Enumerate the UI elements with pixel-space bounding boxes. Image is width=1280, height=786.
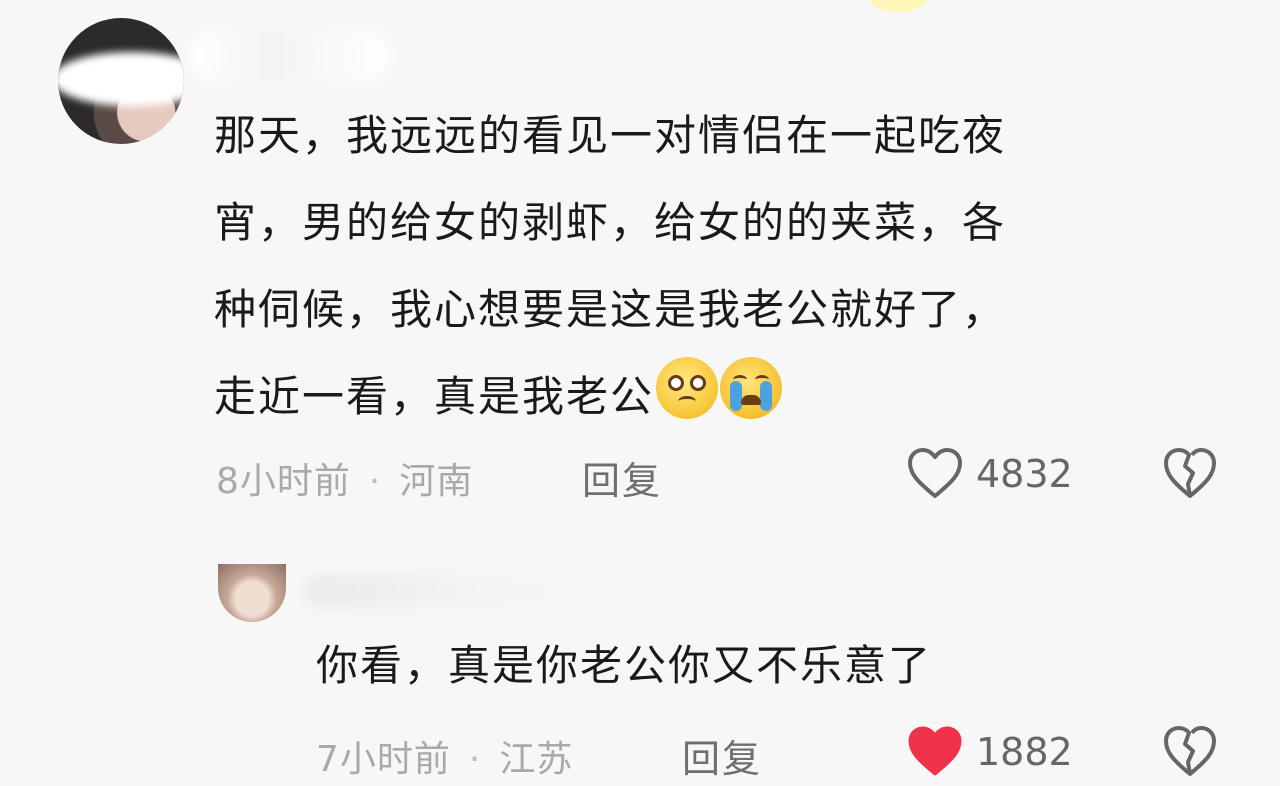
avatar-redaction — [58, 52, 184, 106]
reply-avatar[interactable] — [218, 564, 286, 622]
comment-line: 那天，我远远的看见一对情侣在一起吃夜 — [214, 111, 1007, 160]
comment-line: 宵，男的给女的剥虾，给女的的夹菜，各 — [214, 198, 1007, 247]
comment-meta: 8小时前 · 河南 — [216, 452, 473, 504]
meta-separator: · — [468, 739, 482, 780]
reply-body: 你看，真是你老公你又不乐意了 — [316, 641, 933, 690]
reply-meta: 7小时前 · 江苏 — [316, 730, 573, 782]
reply-location: 江苏 — [499, 739, 574, 780]
comment-location: 河南 — [399, 461, 474, 502]
heart-icon[interactable] — [906, 446, 964, 500]
like-count: 1882 — [976, 730, 1073, 774]
username-redacted[interactable] — [190, 30, 390, 82]
decorative-glow — [868, 0, 928, 12]
meta-separator: · — [368, 461, 382, 502]
comment-time: 8小时前 — [216, 461, 351, 502]
broken-heart-icon[interactable] — [1162, 446, 1218, 500]
pleading-face-icon — [656, 357, 719, 419]
comment-body: 那天，我远远的看见一对情侣在一起吃夜 宵，男的给女的剥虾，给女的的夹菜，各 种伺… — [214, 92, 1214, 440]
reply-time: 7小时前 — [316, 739, 451, 780]
comment-line: 走近一看，真是我老公 — [214, 372, 655, 421]
avatar[interactable] — [58, 18, 184, 144]
comment-thread: 那天，我远远的看见一对情侣在一起吃夜 宵，男的给女的剥虾，给女的的夹菜，各 种伺… — [0, 0, 1280, 786]
heart-filled-icon[interactable] — [906, 724, 964, 778]
like-count: 4832 — [976, 452, 1073, 496]
comment-line-last: 走近一看，真是我老公 — [214, 353, 1214, 440]
broken-heart-icon[interactable] — [1162, 724, 1218, 778]
reply-button[interactable]: 回复 — [682, 728, 762, 783]
crying-face-icon — [720, 357, 783, 419]
reply-username-redacted[interactable] — [305, 574, 605, 608]
comment-line: 种伺候，我心想要是这是我老公就好了， — [214, 285, 1007, 334]
reply-button[interactable]: 回复 — [582, 450, 662, 505]
